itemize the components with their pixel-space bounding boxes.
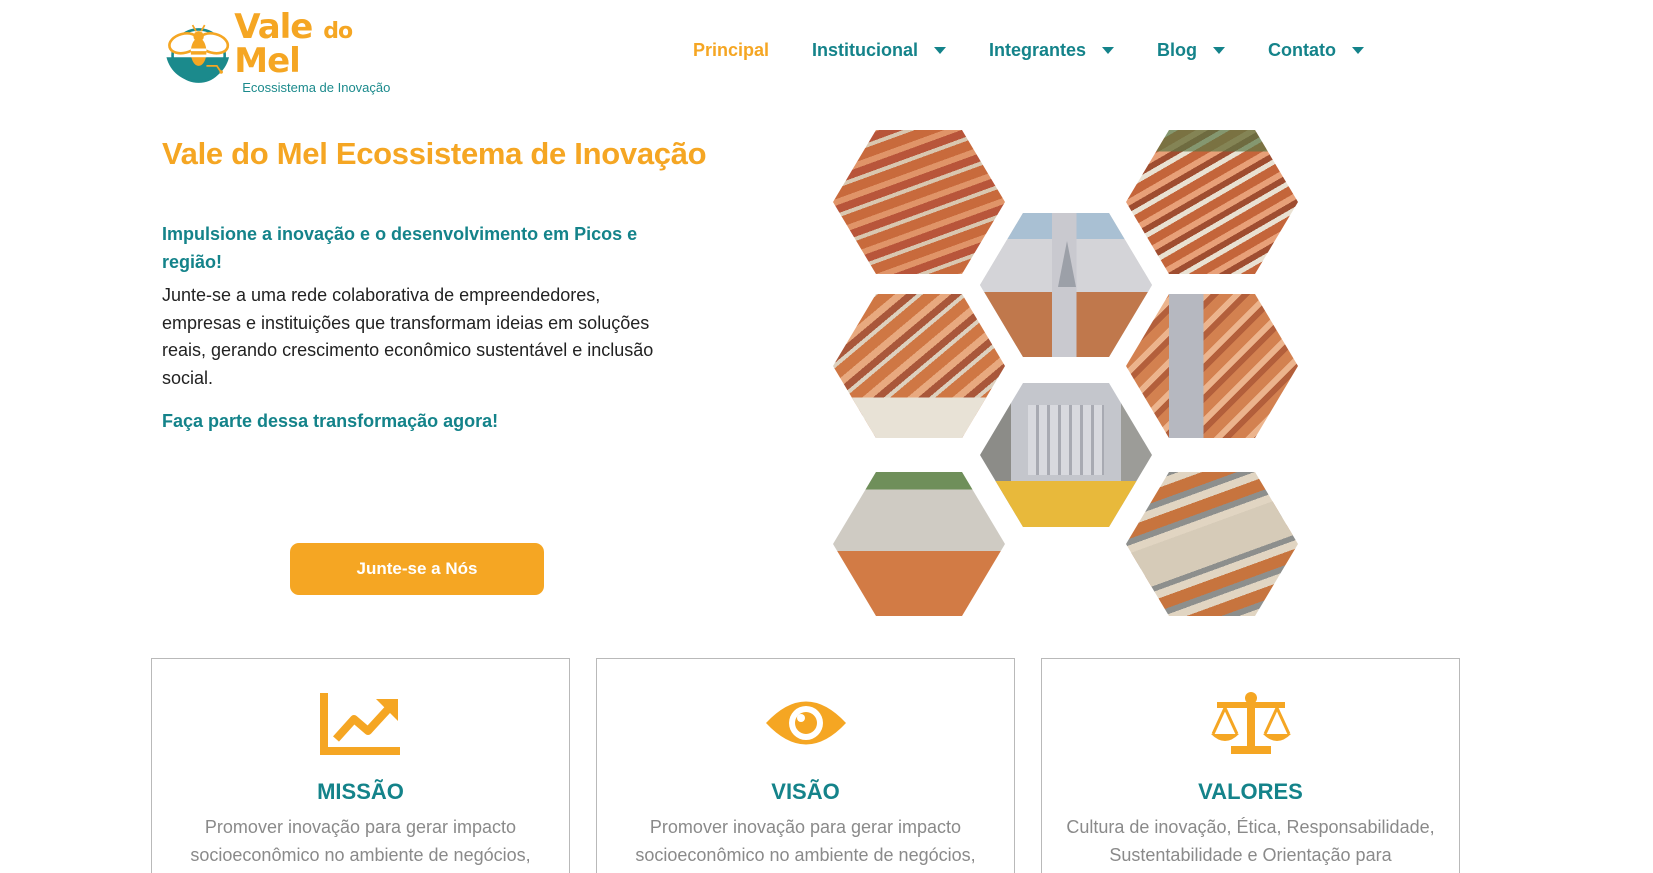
nav-item-label: Contato [1268,40,1336,60]
city-photo-hex [1126,472,1298,616]
card-title: VALORES [1198,779,1303,804]
nav-item-label: Integrantes [989,40,1087,60]
card-title: MISSÃO [317,779,404,804]
nav-item-integrantes[interactable]: Integrantes [989,40,1115,61]
hero-title: Vale do Mel Ecossistema de Inovação [162,136,707,171]
city-photo-hex [1126,130,1298,274]
site-header: Vale do Mel Ecossistema de Inovação Prin… [0,0,1653,104]
card-text: Promover inovação para gerar impacto soc… [635,817,976,865]
caret-down-icon[interactable] [1213,47,1225,54]
hero-cta-text: Faça parte dessa transformação agora! [162,411,499,431]
join-us-button[interactable]: Junte-se a Nós [290,543,544,595]
city-photo-hex [833,472,1005,616]
brand-subtitle: Ecossistema de Inovação [242,80,391,95]
site-logo[interactable]: Vale do Mel Ecossistema de Inovação [163,10,403,94]
caret-down-icon[interactable] [1102,47,1115,54]
card-title: VISÃO [771,779,840,804]
nav-item-label: Blog [1157,40,1197,60]
nav-item-label: Principal [693,40,770,60]
hero-body: Junte-se a uma rede colaborativa de empr… [162,285,654,388]
city-photo-collage [830,126,1310,616]
brand-name-do: do [323,19,353,44]
values-card: VALORES Cultura de inovação, Ética, Resp… [1041,658,1460,873]
city-photo-hex [833,130,1005,274]
balance-scale-icon [1209,689,1293,757]
nav-item-blog[interactable]: Blog [1157,40,1225,61]
hero-tagline: Impulsione a inovação e o desenvolviment… [162,224,638,272]
bee-icon [166,24,230,83]
card-text: Cultura de inovação, Ética, Responsabili… [1066,817,1435,865]
brand-name-mel: Mel [234,41,301,81]
city-photo-hex [833,294,1005,438]
caret-down-icon[interactable] [934,47,947,54]
nav-item-label: Institucional [812,40,919,60]
nav-item-contato[interactable]: Contato [1268,40,1364,61]
card-text: Promover inovação para gerar impacto soc… [190,817,531,865]
nav-item-principal[interactable]: Principal [693,40,769,61]
city-photo-hex [1126,294,1298,438]
vision-card: VISÃO Promover inovação para gerar impac… [596,658,1015,873]
mission-card: MISSÃO Promover inovação para gerar impa… [151,658,570,873]
city-photo-hex [980,213,1152,357]
chart-line-icon [319,689,403,757]
city-photo-hex [980,383,1152,527]
eye-icon [764,689,848,757]
caret-down-icon[interactable] [1351,47,1364,54]
nav-item-institucional[interactable]: Institucional [812,40,947,61]
